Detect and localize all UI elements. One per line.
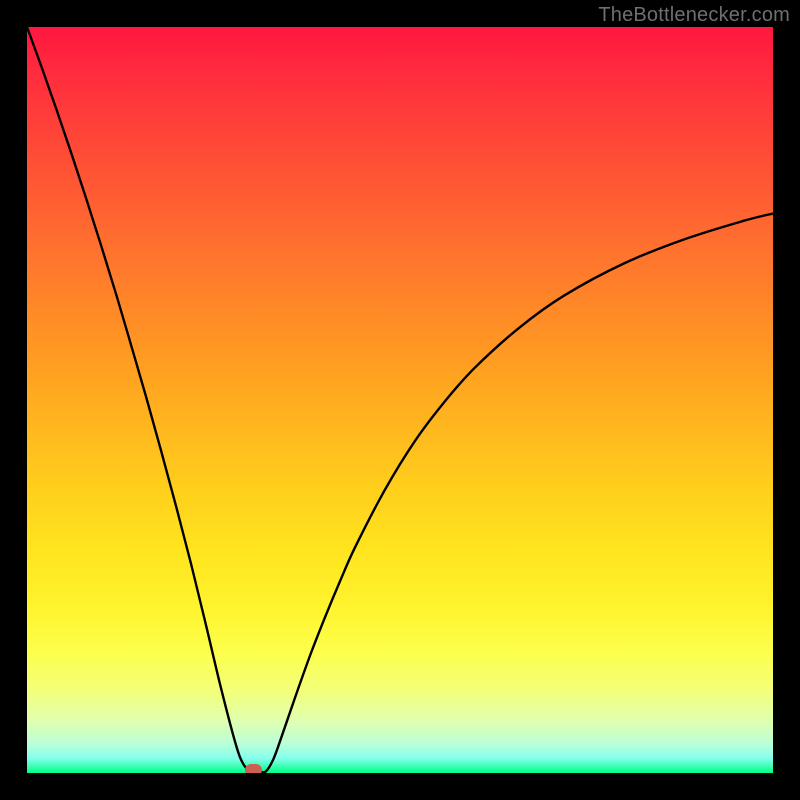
chart-frame: TheBottlenecker.com — [0, 0, 800, 800]
bottleneck-curve — [27, 27, 773, 772]
curve-layer — [27, 27, 773, 773]
attribution-text: TheBottlenecker.com — [598, 4, 790, 27]
optimal-marker — [245, 764, 262, 773]
plot-area — [27, 27, 773, 773]
